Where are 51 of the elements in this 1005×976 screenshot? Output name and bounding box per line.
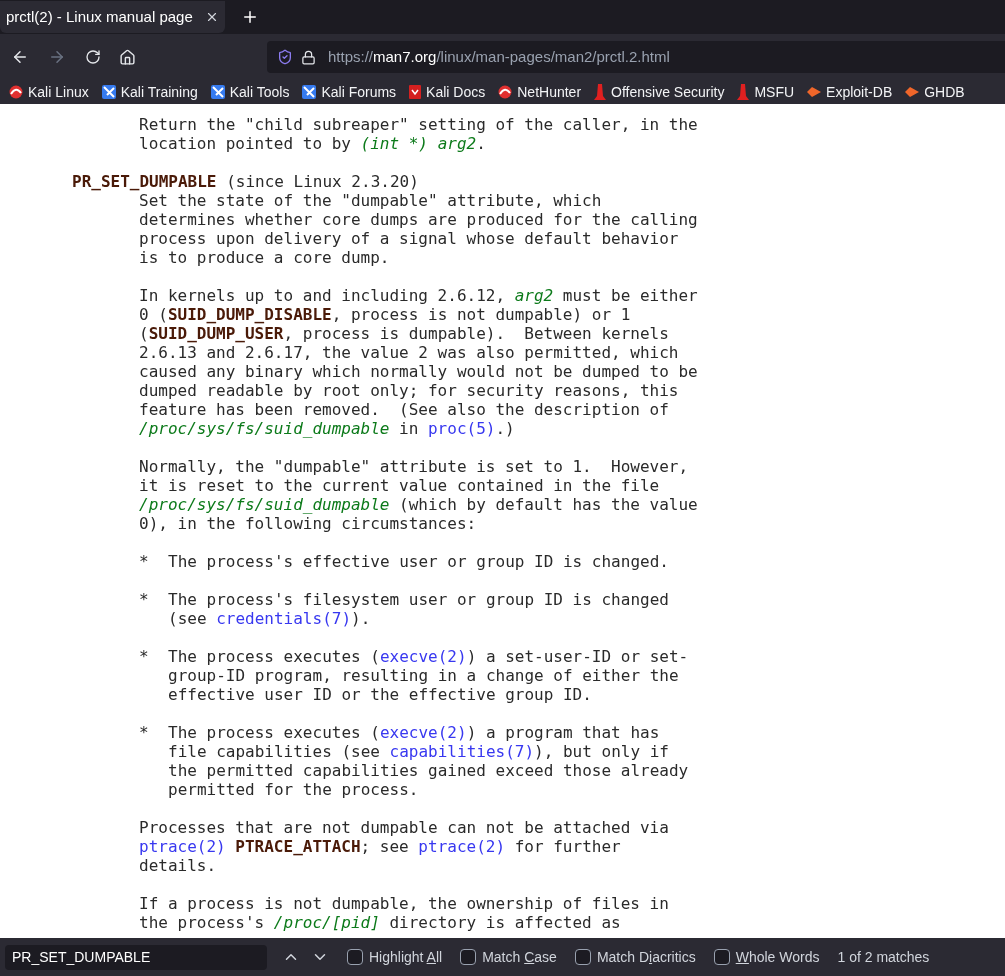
home-icon[interactable] [119,48,136,66]
bullet-marker: * [139,590,150,611]
paragraph: In kernels up to and including 2.6.12, arg2 must be either 0 (SUID_DUMP_DISABLE, process is not dumpable) or 1 (SUID_DUMP_USER, process is dumpable). Between kernels 2.6.13 and 2.6.17, the value 2 was also permitted, which caused any binary which normally would not be dumped to be dumped readable by root only; for security reasons, this feature has been removed. (See also the description of /proc/sys/fs/suid_dumpable in proc(5).) [138,286,699,438]
document-icon [409,85,422,99]
bullet-marker: * [139,552,150,571]
man-page-link[interactable]: credentials(7) [216,609,352,628]
browser-tab[interactable]: prctl(2) - Linux manual page [0,1,225,33]
bookmark[interactable]: Offensive Security [594,81,725,103]
man-page-link[interactable]: proc(5) [428,419,496,438]
bullet-marker: * [139,723,150,744]
bullet-marker: * [139,647,150,668]
find-option-checkbox[interactable]: Whole Words [713,946,820,968]
bookmark[interactable]: Kali Tools [210,81,290,103]
bookmark[interactable]: Kali Linux [9,81,89,103]
back-icon[interactable] [11,48,29,66]
find-option-checkbox[interactable]: Match Diacritics [574,946,696,968]
bullet-text: The process executes (execve(2)) a program that has file capabilities (see capabilities(7)), but only if the permitted capabilities gained exceed those already permitted for the process. [168,723,689,799]
bookmark[interactable]: GHDB [905,81,965,103]
bullet-text: The process's filesystem user or group ID is changed (see credentials(7)). [168,590,669,628]
tab-title: prctl(2) - Linux manual page [6,6,193,27]
man-page-link[interactable]: ptrace(2) [418,837,506,856]
paragraph: Return the "child subreaper" setting of the caller, in the location pointed to by (int *) arg2. [138,115,699,153]
find-option-checkbox[interactable]: Match Case [460,946,557,968]
paragraph: Set the state of the "dumpable" attribute, which determines whether core dumps are produced for the calling process upon delivery of a signal whose default behavior is to produce a core dump. [138,191,699,267]
man-page-link[interactable]: capabilities(7) [389,742,535,761]
paragraph: Normally, the "dumpable" attribute is set to 1. However, it is reset to the current value contained in the file /proc/sys/fs/suid_dumpable (which by default has the value 0), in the following circumstances: [138,457,699,533]
shield-icon[interactable] [277,49,293,65]
url-text: https://man7.org/linux/man-pages/man2/prctl.2.html [328,46,670,67]
tower-icon [594,84,607,100]
option-heading: PR_SET_DUMPABLE (since Linux 2.3.20) [71,172,420,191]
bookmark[interactable]: Exploit-DB [807,81,893,103]
man-page-link[interactable]: execve(2) [379,723,467,742]
address-bar[interactable]: https://man7.org/linux/man-pages/man2/prctl.2.html [267,41,1005,73]
bullet-text: The process's effective user or group ID is changed. [168,552,669,571]
paragraph: If a process is not dumpable, the ownership of files in the process's /proc/[pid] directory is affected as [138,894,670,932]
lock-icon[interactable] [301,49,316,65]
paragraph: Processes that are not dumpable can not be attached via ptrace(2) PTRACE_ATTACH; see ptrace(2) for further details. [138,818,670,875]
man-page-link[interactable]: ptrace(2) [139,837,226,856]
find-field[interactable]: PR_SET_DUMPABLE [5,944,267,970]
match-count: 1 of 2 matches [837,947,930,967]
bookmark[interactable]: Kali Training [101,81,198,103]
bullet-text: The process executes (execve(2)) a set-user-ID or set- group-ID program, resulting in a change of either the effective user ID or the effective group ID. [168,647,689,704]
bookmark[interactable]: Kali Forums [302,81,397,103]
bookmark[interactable]: Kali Docs [409,81,486,103]
reload-icon[interactable] [85,49,101,65]
forward-icon[interactable] [48,48,66,66]
find-option-checkbox[interactable]: Highlight All [347,946,443,968]
bookmark[interactable]: MSFU [737,81,795,103]
man-page-link[interactable]: execve(2) [379,647,467,666]
tower-icon [737,84,750,100]
bookmark[interactable]: NetHunter [498,81,582,103]
